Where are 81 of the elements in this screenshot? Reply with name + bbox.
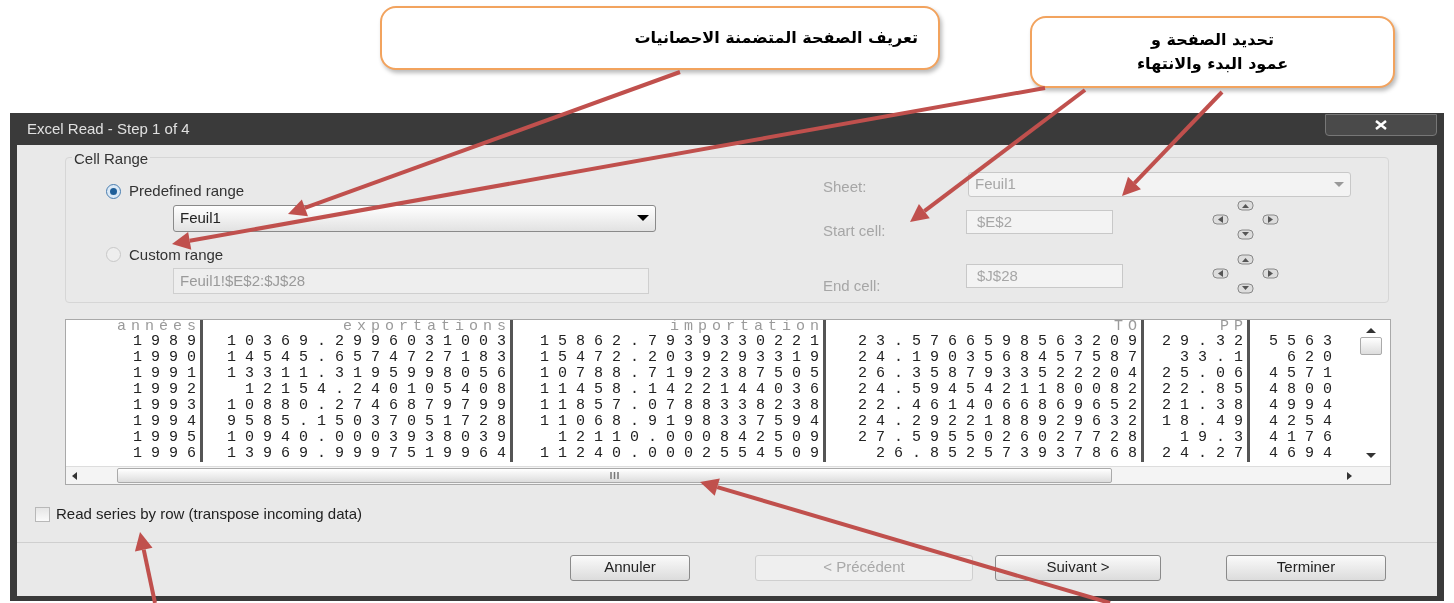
table-cell: 9585.15037051728 — [226, 414, 515, 430]
table-cell: 10880.2746879799 — [226, 398, 515, 414]
column-header[interactable]: années — [117, 320, 201, 334]
table-cell: 12110.000842509 — [557, 430, 828, 446]
radio-label[interactable]: Predefined range — [129, 180, 245, 203]
radio-button[interactable] — [106, 183, 121, 199]
table-cell: 1989 — [133, 334, 205, 350]
close-button[interactable] — [1325, 114, 1437, 136]
table-cell: 11857.0788338238 — [539, 398, 828, 414]
table-cell: 10369.2996031003 — [226, 334, 515, 350]
table-cell: 13969.9997519964 — [226, 446, 515, 462]
table-cell: 10788.7192387505 — [539, 366, 828, 382]
table-cell: 13311.3195998056 — [226, 366, 515, 382]
table-cell: 11458.1422144036 — [539, 382, 828, 398]
table-cell: 26.3587933522204 — [857, 366, 1146, 382]
table-cell: 1995 — [133, 430, 205, 446]
table-cell: 24.27 — [1162, 446, 1252, 462]
table-cell: 24.1903568457587 — [857, 350, 1146, 366]
table-cell: 29.32 — [1162, 334, 1252, 350]
table-cell: 4571 — [1269, 366, 1341, 382]
table-cell: 26.852573937868 — [875, 446, 1146, 462]
scroll-down-icon[interactable] — [1366, 453, 1376, 458]
grip-icon — [610, 472, 619, 479]
table-cell: 24.5945421180082 — [857, 382, 1146, 398]
table-cell: 24.2922188929632 — [857, 414, 1146, 430]
dialog-button[interactable]: Terminer — [1226, 554, 1386, 581]
scroll-thumb[interactable] — [117, 468, 1112, 483]
table-cell: 11068.9198337594 — [539, 414, 828, 430]
annotation-arrow — [134, 532, 157, 603]
table-cell: 21.38 — [1162, 398, 1252, 414]
table-cell: 1996 — [133, 446, 205, 462]
radio-button[interactable] — [106, 247, 121, 263]
table-cell: 22.85 — [1162, 382, 1252, 398]
range-dropdown[interactable]: Feuil1 — [173, 204, 656, 232]
scroll-thumb[interactable] — [1360, 337, 1382, 355]
table-cell: 27.5955026027728 — [857, 430, 1146, 446]
table-cell: 620 — [1287, 350, 1341, 366]
callout-text: تعريف الصفحة المتضمنة الاحصانيات — [634, 27, 918, 49]
dropdown-caret-icon — [637, 215, 649, 221]
close-icon — [1375, 120, 1387, 130]
table-cell: 1991 — [133, 366, 205, 382]
table-cell: 25.06 — [1162, 366, 1252, 382]
table-cell: 1992 — [133, 382, 205, 398]
radio-label[interactable]: Custom range — [129, 243, 224, 266]
field-label: Start cell: — [823, 221, 886, 241]
table-cell: 1993 — [133, 398, 205, 414]
checkbox[interactable] — [35, 506, 50, 522]
table-cell: 15472.2039293319 — [539, 350, 828, 366]
scroll-right-icon[interactable] — [1347, 471, 1352, 480]
table-cell: 1994 — [133, 414, 205, 430]
callout-text: عمود البدء والانتهاء — [1136, 53, 1289, 75]
column-header[interactable]: TO — [1114, 320, 1142, 334]
field-label: Sheet: — [823, 177, 867, 197]
table-cell: 4694 — [1269, 446, 1341, 462]
table-cell: 1990 — [133, 350, 205, 366]
table-cell: 4254 — [1269, 414, 1341, 430]
dropdown-caret-icon — [1334, 182, 1344, 187]
horizontal-scrollbar[interactable] — [66, 466, 1390, 484]
table-cell: 33.1 — [1180, 350, 1252, 366]
table-cell: 4176 — [1269, 430, 1341, 446]
table-cell: 4994 — [1269, 398, 1341, 414]
dialog-button[interactable]: Suivant > — [995, 554, 1161, 581]
table-cell: 14545.6574727183 — [226, 350, 515, 366]
table-cell: 12154.240105408 — [244, 382, 515, 398]
field-label: End cell: — [823, 276, 881, 296]
table-cell: 19.3 — [1180, 430, 1252, 446]
table-cell: 5563 — [1269, 334, 1341, 350]
callout-text: تحديد الصفحة و — [1150, 29, 1275, 51]
scroll-left-icon[interactable] — [72, 471, 77, 480]
dialog-button[interactable]: Annuler — [570, 554, 690, 581]
range-input-field[interactable]: Feuil1!$E$2:$J$28 — [173, 268, 649, 294]
window-title: Excel Read - Step 1 of 4 — [26, 118, 190, 139]
column-header[interactable]: PP — [1220, 320, 1248, 334]
table-cell: 11240.0002554509 — [539, 446, 828, 462]
checkbox-label[interactable]: Read series by row (transpose incoming data) — [56, 503, 362, 526]
table-cell: 18.49 — [1162, 414, 1252, 430]
table-cell: 15862.7939330221 — [539, 334, 828, 350]
table-cell: 23.5766598563209 — [857, 334, 1146, 350]
table-cell: 4800 — [1269, 382, 1341, 398]
table-cell: 22.4614066869652 — [857, 398, 1146, 414]
table-cell: 10940.0003938039 — [226, 430, 515, 446]
